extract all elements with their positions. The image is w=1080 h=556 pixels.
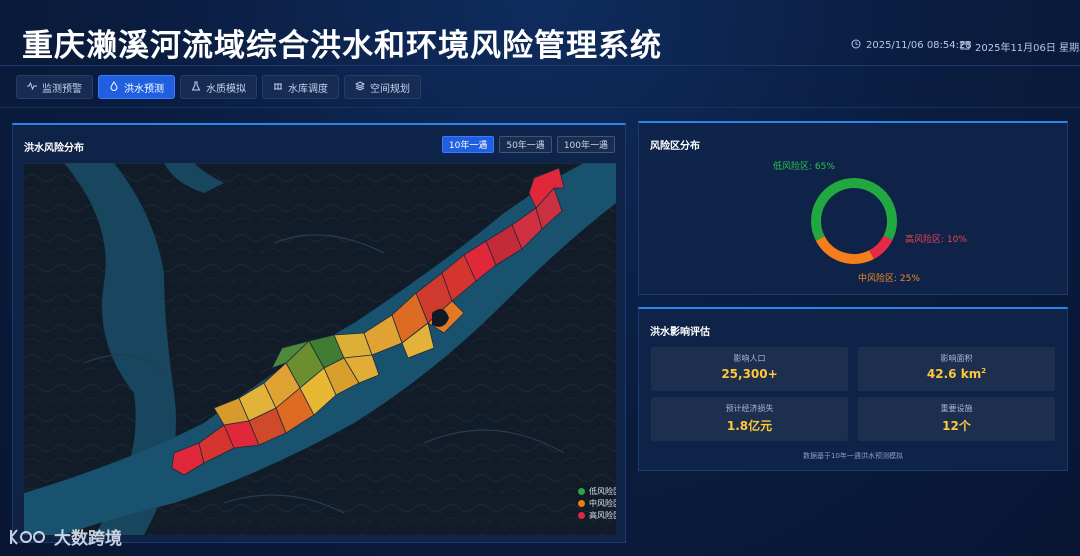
date-text: 2025年11月06日 星期三 xyxy=(975,43,1080,54)
tab-label: 洪水预测 xyxy=(124,83,164,95)
stat-value: 1.8亿元 xyxy=(726,419,773,433)
stat-label: 预计经济损失 xyxy=(725,404,774,413)
legend-label: 高风险区 xyxy=(589,510,616,520)
stat-card-facilities: 重要设施 12个 xyxy=(858,397,1055,441)
main-nav-tabs: 监测预警 洪水预测 水质模拟 水库调度 空间规划 xyxy=(16,75,421,99)
legend-label: 中风险区 xyxy=(589,498,616,508)
period-10yr-button[interactable]: 10年一遇 xyxy=(441,136,495,153)
flask-icon xyxy=(191,81,201,94)
return-period-selector: 10年一遇 50年一遇 100年一遇 xyxy=(441,136,615,153)
map-legend: 低风险区 中风险区 高风险区 xyxy=(578,485,616,521)
risk-donut-chart xyxy=(810,177,898,265)
page-title: 重庆濑溪河流域综合洪水和环境风险管理系统 xyxy=(22,28,662,64)
stat-card-economic-loss: 预计经济损失 1.8亿元 xyxy=(651,397,848,441)
stat-value: 12个 xyxy=(942,419,971,433)
stat-card-area: 影响面积 42.6 km2 xyxy=(858,347,1055,391)
legend-label: 低风险区 xyxy=(589,486,616,496)
tab-reservoir[interactable]: 水库调度 xyxy=(262,75,339,99)
medium-risk-label: 中风险区: 25% xyxy=(858,274,920,284)
stat-value-number: 42.6 km xyxy=(926,367,982,381)
map-canvas xyxy=(24,163,616,535)
app-header: 重庆濑溪河流域综合洪水和环境风险管理系统 2025/11/06 08:54:28… xyxy=(0,0,1080,66)
datetime-display: 2025/11/06 08:54:28 xyxy=(851,39,972,52)
date-display: 2025年11月06日 星期三 xyxy=(960,39,1080,54)
watermark: 大数跨境 xyxy=(8,524,122,549)
high-risk-label: 高风险区: 10% xyxy=(905,235,967,245)
tab-label: 水库调度 xyxy=(288,83,328,95)
legend-dot xyxy=(578,487,585,495)
stat-value: 25,300+ xyxy=(721,367,778,381)
pulse-icon xyxy=(27,81,37,94)
tab-spatial-planning[interactable]: 空间规划 xyxy=(344,75,421,99)
stat-value: 42.6 km2 xyxy=(858,367,1055,381)
legend-item-medium: 中风险区 xyxy=(578,497,616,509)
calendar-icon xyxy=(960,40,970,53)
tab-label: 水质模拟 xyxy=(206,83,246,95)
stat-label: 重要设施 xyxy=(940,404,973,413)
water-drop-icon xyxy=(109,80,119,94)
data-footnote: 数据基于10年一遇洪水预测模拟 xyxy=(803,452,903,460)
panel-title: 洪水风险分布 xyxy=(24,143,84,154)
legend-item-low: 低风险区 xyxy=(578,485,616,497)
period-100yr-button[interactable]: 100年一遇 xyxy=(556,136,615,153)
tab-label: 空间规划 xyxy=(370,83,410,95)
tab-flood-forecast[interactable]: 洪水预测 xyxy=(98,75,175,99)
flood-impact-panel: 洪水影响评估 影响人口 25,300+ 影响面积 42.6 km2 预计经济损失… xyxy=(638,307,1068,471)
legend-dot xyxy=(578,511,585,519)
flood-risk-map-panel: 洪水风险分布 10年一遇 50年一遇 100年一遇 低风险 中风险 高风险 xyxy=(12,123,626,543)
stat-label: 影响人口 xyxy=(733,354,766,363)
layers-icon xyxy=(354,80,366,94)
datetime-text: 2025/11/06 08:54:28 xyxy=(866,40,972,51)
legend-dot xyxy=(578,499,585,507)
risk-distribution-panel: 风险区分布 低风险区: 65% 高风险区: 10% 中风险区: 25% xyxy=(638,121,1068,295)
stat-value-unit-exponent: 2 xyxy=(981,367,987,375)
dam-icon xyxy=(273,81,283,94)
divider xyxy=(0,107,1080,108)
tab-water-quality[interactable]: 水质模拟 xyxy=(180,75,257,99)
clock-icon xyxy=(851,39,861,52)
stat-label: 影响面积 xyxy=(940,354,973,363)
watermark-text: 大数跨境 xyxy=(54,529,122,549)
stat-card-population: 影响人口 25,300+ xyxy=(651,347,848,391)
legend-item-high: 高风险区 xyxy=(578,509,616,521)
low-risk-label: 低风险区: 65% xyxy=(773,162,835,172)
donut-slice-low[interactable] xyxy=(811,178,897,241)
flood-risk-map[interactable]: 低风险区 中风险区 高风险区 xyxy=(24,163,616,535)
brand-logo-icon xyxy=(10,528,45,545)
period-50yr-button[interactable]: 50年一遇 xyxy=(499,136,552,153)
tab-monitoring[interactable]: 监测预警 xyxy=(16,75,93,99)
panel-title: 洪水影响评估 xyxy=(650,327,710,338)
tab-label: 监测预警 xyxy=(42,83,82,95)
